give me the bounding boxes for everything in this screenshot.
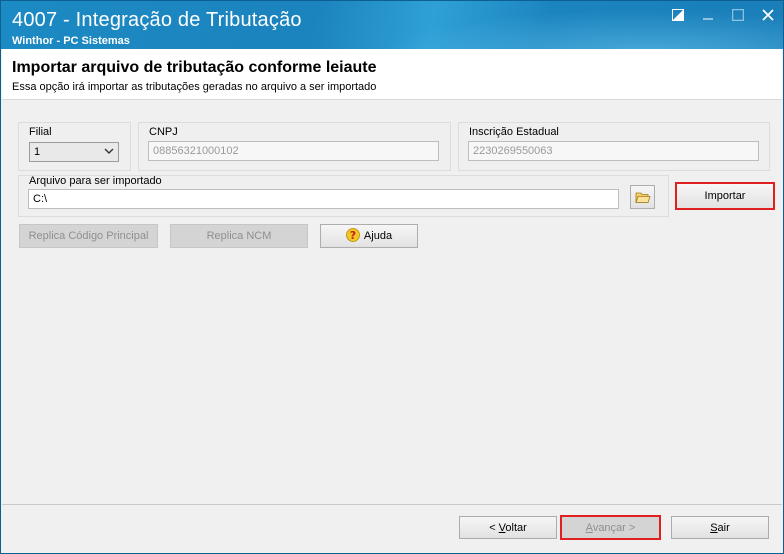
help-question-icon: ? — [346, 228, 360, 242]
footer-divider — [2, 504, 782, 505]
arquivo-field[interactable]: C:\ — [28, 189, 619, 209]
replica-codigo-principal-button[interactable]: Replica Código Principal — [19, 224, 158, 248]
voltar-button[interactable]: < Voltar — [459, 516, 557, 539]
chevron-down-icon — [104, 148, 114, 154]
page-header: Importar arquivo de tributação conforme … — [2, 49, 782, 100]
filial-label: Filial — [29, 126, 52, 138]
arquivo-label: Arquivo para ser importado — [29, 175, 162, 187]
title-bar[interactable]: 4007 - Integração de Tributação Winthor … — [1, 1, 783, 49]
sair-button[interactable]: Sair — [671, 516, 769, 539]
cnpj-label: CNPJ — [149, 126, 178, 138]
maximize-icon[interactable] — [731, 8, 745, 23]
restore-icon[interactable] — [671, 9, 685, 23]
application-window: 4007 - Integração de Tributação Winthor … — [0, 0, 784, 554]
inscricao-field[interactable]: 2230269550063 — [468, 141, 759, 161]
inscricao-label: Inscrição Estadual — [469, 126, 559, 138]
filial-select[interactable]: 1 — [29, 142, 119, 162]
replica-ncm-button[interactable]: Replica NCM — [170, 224, 308, 248]
close-icon[interactable] — [761, 9, 775, 23]
svg-text:?: ? — [350, 229, 356, 242]
minimize-icon[interactable] — [701, 9, 715, 23]
page-description: Essa opção irá importar as tributações g… — [12, 81, 377, 93]
folder-icon — [634, 192, 651, 203]
cnpj-field[interactable]: 08856321000102 — [148, 141, 439, 161]
filial-value: 1 — [34, 146, 41, 158]
window-subtitle: Winthor - PC Sistemas — [12, 35, 130, 47]
page-title: Importar arquivo de tributação conforme … — [12, 59, 377, 76]
ajuda-label: Ajuda — [363, 230, 393, 242]
avancar-button[interactable]: Avançar > — [560, 515, 661, 540]
window-title: 4007 - Integração de Tributação — [12, 9, 302, 31]
ajuda-button[interactable]: ? Ajuda — [320, 224, 418, 248]
browse-folder-button[interactable] — [630, 185, 655, 209]
importar-button[interactable]: Importar — [675, 182, 775, 210]
